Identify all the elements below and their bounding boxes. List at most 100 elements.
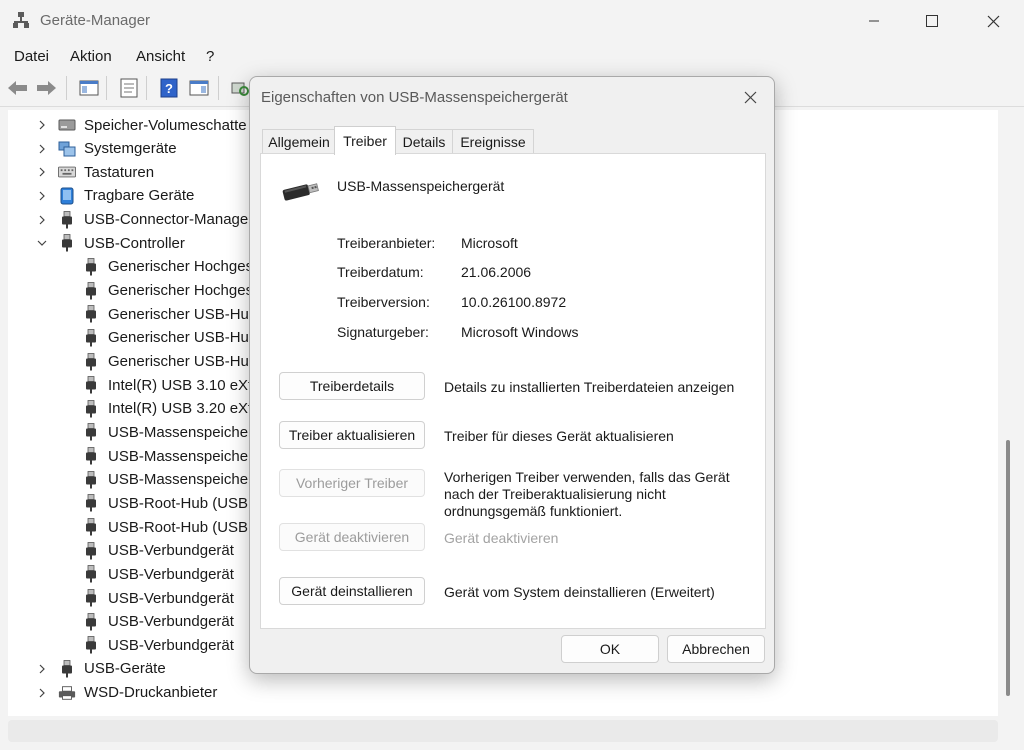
tab-treiber[interactable]: Treiber: [334, 126, 396, 155]
usb-plug-icon: [82, 423, 100, 441]
toolbar-separator: [106, 76, 107, 100]
help-icon: ?: [160, 78, 178, 98]
minimize-icon: [869, 20, 879, 22]
tree-item[interactable]: Generischer USB-Hul: [82, 327, 252, 349]
tree-item-label: USB-Massenspeicher: [108, 423, 254, 441]
window-title: Geräte-Manager: [40, 12, 151, 29]
prop-value-version: 10.0.26100.8972: [461, 294, 567, 310]
update-driver-desc: Treiber für dieses Gerät aktualisieren: [444, 428, 674, 444]
action-pane-button[interactable]: [188, 77, 210, 99]
dialog-close-button[interactable]: [738, 85, 762, 109]
rollback-driver-button[interactable]: Vorheriger Treiber: [279, 469, 425, 497]
tree-item[interactable]: USB-Verbundgerät: [82, 611, 234, 633]
tab-allgemein[interactable]: Allgemein: [262, 129, 336, 154]
chevron-right-icon[interactable]: [34, 685, 50, 701]
vertical-scrollbar[interactable]: [1000, 110, 1016, 716]
toolbar-separator: [66, 76, 67, 100]
menu-ansicht[interactable]: Ansicht: [136, 48, 185, 65]
disable-device-desc: Gerät deaktivieren: [444, 530, 559, 546]
action-pane-icon: [189, 80, 209, 96]
maximize-icon: [926, 15, 938, 27]
menu-help[interactable]: ?: [206, 48, 214, 65]
chevron-right-icon[interactable]: [34, 661, 50, 677]
ok-button[interactable]: OK: [561, 635, 659, 663]
menu-bar: Datei Aktion Ansicht ?: [0, 42, 1024, 70]
driver-tab-panel: USB-Massenspeichergerät Treiberanbieter:…: [260, 153, 766, 629]
tree-item[interactable]: WSD-Druckanbieter: [34, 682, 217, 704]
tree-item-label: USB-Verbundgerät: [108, 613, 234, 631]
tree-item[interactable]: Tragbare Geräte: [34, 185, 194, 207]
back-button[interactable]: [7, 77, 29, 99]
tree-item[interactable]: USB-Verbundgerät: [82, 634, 234, 656]
usb-plug-icon: [82, 257, 100, 276]
disable-device-button[interactable]: Gerät deaktivieren: [279, 523, 425, 551]
tab-ereignisse[interactable]: Ereignisse: [452, 129, 534, 154]
usb-plug-icon: [82, 305, 100, 323]
cancel-button[interactable]: Abbrechen: [667, 635, 765, 663]
printer-icon: [58, 684, 76, 702]
tree-item[interactable]: USB-Verbundgerät: [82, 563, 234, 585]
tree-item-label: Generischer Hochges: [108, 258, 254, 276]
maximize-button[interactable]: [910, 8, 954, 34]
tree-item[interactable]: USB-Connector-Manage: [34, 209, 248, 231]
prop-value-signer: Microsoft Windows: [461, 324, 579, 340]
horizontal-scrollbar[interactable]: [8, 720, 998, 742]
chevron-right-icon[interactable]: [34, 188, 50, 204]
toolbar-separator: [146, 76, 147, 100]
tree-item[interactable]: USB-Massenspeicher: [82, 469, 253, 491]
menu-datei[interactable]: Datei: [14, 48, 49, 65]
uninstall-device-button[interactable]: Gerät deinstallieren: [279, 577, 425, 605]
show-hide-console-tree-button[interactable]: [78, 77, 100, 99]
tree-item[interactable]: Generischer Hochges: [82, 280, 253, 302]
portable-device-icon: [58, 187, 76, 205]
tree-item[interactable]: USB-Verbundgerät: [82, 540, 234, 562]
menu-aktion[interactable]: Aktion: [70, 48, 112, 65]
tree-item[interactable]: Generischer Hochges: [82, 256, 253, 278]
properties-button[interactable]: [118, 77, 140, 99]
usb-plug-icon: [82, 447, 100, 465]
scan-hardware-icon: [231, 82, 249, 96]
tree-item[interactable]: USB-Root-Hub (USB: [82, 492, 248, 514]
usb-plug-icon: [82, 589, 100, 607]
update-driver-button[interactable]: Treiber aktualisieren: [279, 421, 425, 449]
console-tree-icon: [79, 80, 99, 96]
minimize-button[interactable]: [852, 8, 896, 34]
scrollbar-thumb[interactable]: [1006, 440, 1010, 696]
tree-item-label: Generischer USB-Hul: [108, 329, 253, 347]
device-manager-app-icon: [13, 12, 29, 28]
tree-item[interactable]: Generischer USB-Hul: [82, 351, 252, 373]
usb-plug-icon: [82, 281, 100, 300]
prop-label-date: Treiberdatum:: [337, 264, 424, 280]
tree-item[interactable]: Tastaturen: [34, 161, 154, 183]
tree-item[interactable]: USB-Verbundgerät: [82, 587, 234, 609]
tree-item[interactable]: USB-Geräte: [34, 658, 166, 680]
close-window-button[interactable]: [971, 8, 1015, 34]
tree-item-label: USB-Verbundgerät: [108, 636, 234, 654]
tree-item[interactable]: Intel(R) USB 3.10 eXte: [82, 374, 261, 396]
chevron-right-icon[interactable]: [34, 117, 50, 133]
tree-item[interactable]: Intel(R) USB 3.20 eXte: [82, 398, 261, 420]
forward-button[interactable]: [35, 77, 57, 99]
chevron-right-icon[interactable]: [34, 164, 50, 180]
tree-item[interactable]: USB-Controller: [34, 232, 185, 254]
arrow-right-icon: [37, 81, 56, 95]
title-bar: Geräte-Manager: [0, 0, 1024, 42]
tree-item[interactable]: Generischer USB-Hul: [82, 303, 252, 325]
system-device-icon: [58, 140, 76, 158]
chevron-down-icon[interactable]: [34, 235, 50, 251]
tree-item-label: Intel(R) USB 3.20 eXte: [108, 400, 261, 418]
tree-item[interactable]: USB-Massenspeicher: [82, 445, 253, 467]
usb-plug-icon: [82, 518, 100, 536]
chevron-right-icon[interactable]: [34, 141, 50, 157]
tree-item[interactable]: Speicher-Volumeschatte: [34, 114, 247, 136]
help-button[interactable]: ?: [158, 77, 180, 99]
tree-item[interactable]: USB-Root-Hub (USB: [82, 516, 248, 538]
tree-item[interactable]: Systemgeräte: [34, 138, 177, 160]
driver-details-button[interactable]: Treiberdetails: [279, 372, 425, 400]
scan-hardware-button[interactable]: [229, 77, 251, 99]
chevron-right-icon[interactable]: [34, 212, 50, 228]
usb-plug-icon: [82, 636, 100, 654]
tree-item[interactable]: USB-Massenspeicher: [82, 421, 253, 443]
device-name: USB-Massenspeichergerät: [337, 178, 505, 194]
tab-details[interactable]: Details: [394, 129, 454, 154]
